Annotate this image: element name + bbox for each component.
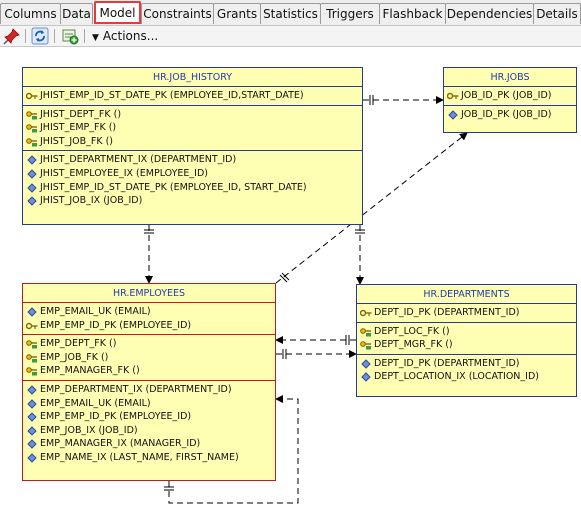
index-row[interactable]: EMP_EMP_ID_PK (EMPLOYEE_ID) <box>23 410 275 424</box>
index-icon <box>27 307 37 317</box>
constraint-row[interactable]: EMP_DEPT_FK () <box>23 337 275 351</box>
key-icon <box>447 92 459 100</box>
index-icon <box>27 426 37 436</box>
constraint-row[interactable]: DEPT_MGR_FK () <box>357 338 576 352</box>
foreign-key-icon <box>26 110 37 120</box>
key-section: EMP_EMAIL_UK (EMAIL) EMP_EMP_ID_PK (EMPL… <box>23 303 275 336</box>
constraint-row[interactable]: JHIST_EMP_FK () <box>23 121 362 135</box>
index-row[interactable]: EMP_DEPARTMENT_IX (DEPARTMENT_ID) <box>23 383 275 397</box>
table-title: HR.JOBS <box>444 68 576 87</box>
index-icon <box>27 169 37 179</box>
index-icon <box>361 372 371 383</box>
key-icon <box>360 309 372 317</box>
table-jobs[interactable]: HR.JOBS JOB_ID_PK (JOB_ID) JOB_ID_PK (JO… <box>443 67 577 133</box>
index-row[interactable]: EMP_EMAIL_UK (EMAIL) <box>23 397 275 411</box>
foreign-key-section: JHIST_DEPT_FK () JHIST_EMP_FK () JHIST_J… <box>23 106 362 152</box>
constraint-row[interactable]: EMP_JOB_FK () <box>23 351 275 365</box>
index-icon <box>27 439 37 450</box>
constraint-row[interactable]: JHIST_JOB_FK () <box>23 135 362 149</box>
index-row[interactable]: JHIST_EMPLOYEE_IX (EMPLOYEE_ID) <box>23 167 362 181</box>
table-employees[interactable]: HR.EMPLOYEES EMP_EMAIL_UK (EMAIL) EMP_EM… <box>22 283 276 481</box>
index-icon <box>361 359 371 369</box>
foreign-key-icon <box>26 137 37 147</box>
index-row[interactable]: EMP_JOB_IX (JOB_ID) <box>23 424 275 438</box>
index-row[interactable]: JHIST_DEPARTMENT_IX (DEPARTMENT_ID) <box>23 153 362 167</box>
index-section: DEPT_ID_PK (DEPARTMENT_ID) DEPT_LOCATION… <box>357 355 576 386</box>
table-job-history[interactable]: HR.JOB_HISTORY JHIST_EMP_ID_ST_DATE_PK (… <box>22 67 363 225</box>
index-icon <box>27 453 37 463</box>
index-section: JHIST_DEPARTMENT_IX (DEPARTMENT_ID) JHIS… <box>23 151 362 209</box>
index-row[interactable]: DEPT_LOCATION_IX (LOCATION_ID) <box>357 370 576 384</box>
primary-key-section: JHIST_EMP_ID_ST_DATE_PK (EMPLOYEE_ID,STA… <box>23 87 362 106</box>
constraint-row[interactable]: JHIST_EMP_ID_ST_DATE_PK (EMPLOYEE_ID,STA… <box>23 89 362 103</box>
constraint-row[interactable]: DEPT_ID_PK (DEPARTMENT_ID) <box>357 306 576 320</box>
constraint-row[interactable]: JHIST_DEPT_FK () <box>23 108 362 122</box>
tab-model[interactable]: Model <box>94 1 141 24</box>
constraint-row[interactable]: DEPT_LOC_FK () <box>357 325 576 339</box>
foreign-key-section: DEPT_LOC_FK () DEPT_MGR_FK () <box>357 323 576 355</box>
index-icon <box>27 155 37 166</box>
index-row[interactable]: EMP_NAME_IX (LAST_NAME, FIRST_NAME) <box>23 451 275 465</box>
index-icon <box>448 109 458 120</box>
table-departments[interactable]: HR.DEPARTMENTS DEPT_ID_PK (DEPARTMENT_ID… <box>356 284 577 397</box>
index-row[interactable]: DEPT_ID_PK (DEPARTMENT_ID) <box>357 357 576 371</box>
index-row[interactable]: EMP_MANAGER_IX (MANAGER_ID) <box>23 437 275 451</box>
constraint-row[interactable]: EMP_MANAGER_FK () <box>23 364 275 378</box>
foreign-key-icon <box>360 341 371 350</box>
index-icon <box>27 412 37 422</box>
index-icon <box>27 182 37 193</box>
table-title: HR.DEPARTMENTS <box>357 285 576 304</box>
foreign-key-icon <box>26 124 37 133</box>
index-row[interactable]: JHIST_EMP_ID_ST_DATE_PK (EMPLOYEE_ID, ST… <box>23 181 362 195</box>
constraint-row[interactable]: JOB_ID_PK (JOB_ID) <box>444 89 576 103</box>
constraint-row[interactable]: EMP_EMP_ID_PK (EMPLOYEE_ID) <box>23 319 275 333</box>
key-icon <box>26 322 38 329</box>
index-icon <box>27 385 37 395</box>
foreign-key-section: EMP_DEPT_FK () EMP_JOB_FK () EMP_MANAGER… <box>23 335 275 381</box>
primary-key-section: DEPT_ID_PK (DEPARTMENT_ID) <box>357 304 576 323</box>
foreign-key-icon <box>26 367 37 376</box>
primary-key-section: JOB_ID_PK (JOB_ID) <box>444 87 576 106</box>
foreign-key-icon <box>360 327 371 337</box>
index-icon <box>27 196 37 206</box>
foreign-key-icon <box>26 340 37 349</box>
table-title: HR.JOB_HISTORY <box>23 68 362 87</box>
table-title: HR.EMPLOYEES <box>23 284 275 303</box>
index-icon <box>27 398 37 409</box>
constraint-row[interactable]: EMP_EMAIL_UK (EMAIL) <box>23 305 275 319</box>
index-section: JOB_ID_PK (JOB_ID) <box>444 106 576 124</box>
index-row[interactable]: JHIST_JOB_IX (JOB_ID) <box>23 194 362 208</box>
index-row[interactable]: JOB_ID_PK (JOB_ID) <box>444 108 576 122</box>
index-section: EMP_DEPARTMENT_IX (DEPARTMENT_ID) EMP_EM… <box>23 381 275 467</box>
key-icon <box>26 92 38 100</box>
foreign-key-icon <box>26 353 37 363</box>
